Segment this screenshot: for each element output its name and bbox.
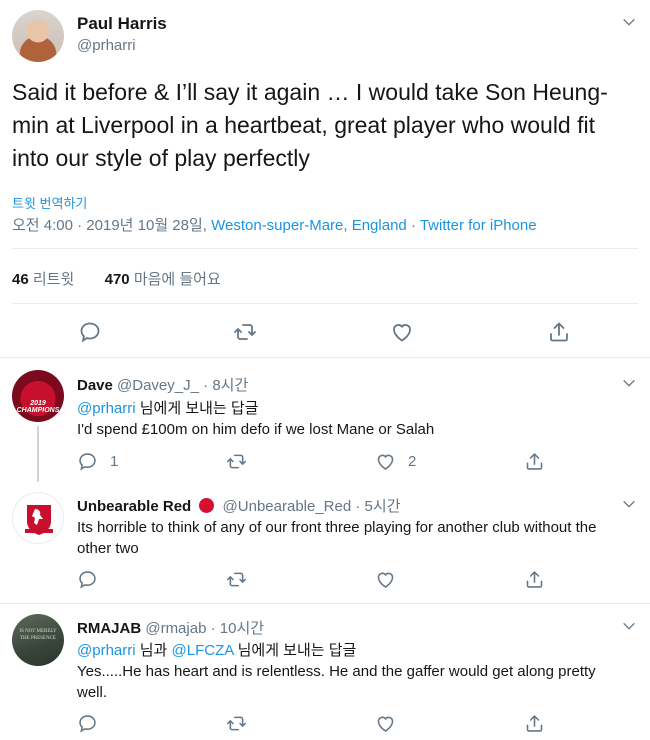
reply-author-name[interactable]: Dave — [77, 377, 113, 394]
divider — [12, 248, 638, 249]
reply-button[interactable] — [78, 320, 102, 344]
retweet-stat[interactable]: 46 리트윗 — [12, 271, 74, 288]
share-button[interactable] — [524, 713, 545, 734]
retweet-button[interactable] — [226, 451, 247, 472]
chevron-down-icon[interactable] — [621, 496, 637, 512]
like-icon — [377, 454, 394, 470]
timestamp[interactable]: 오전 4:00 · 2019년 10월 28일 — [12, 217, 203, 234]
reply-button[interactable]: 1 — [77, 451, 118, 472]
reply-author-name[interactable]: RMAJAB — [77, 620, 141, 637]
tweet-meta: 오전 4:00 · 2019년 10월 28일, Weston-super-Ma… — [12, 217, 537, 234]
share-icon — [550, 322, 568, 342]
like-button[interactable]: 2 — [375, 451, 416, 472]
reply-icon — [79, 571, 96, 589]
author-handle[interactable]: @prharri — [77, 37, 136, 54]
like-stat[interactable]: 470 마음에 들어요 — [105, 271, 221, 288]
reply-text: I'd spend £100m on him defo if we lost M… — [77, 421, 435, 438]
like-icon — [377, 716, 394, 732]
like-icon — [393, 324, 411, 342]
reply-count: 1 — [110, 453, 119, 470]
liverbird-crest-icon — [25, 505, 53, 535]
reply-avatar[interactable]: IS NOT MERELY THE PRESENCE — [12, 614, 64, 666]
translate-link[interactable]: 트윗 번역하기 — [12, 193, 87, 212]
source-link[interactable]: Twitter for iPhone — [420, 217, 537, 234]
reply-tweet[interactable]: IS NOT MERELY THE PRESENCE RMAJAB @rmaja… — [0, 604, 650, 740]
retweet-icon — [234, 324, 256, 340]
reply-header: RMAJAB @rmajab · 10시간 — [77, 620, 265, 637]
reply-time[interactable]: 8시간 — [212, 377, 248, 394]
like-button[interactable] — [390, 320, 414, 344]
tweet-text: Said it before & I’ll say it again … I w… — [12, 79, 608, 171]
share-icon — [526, 453, 543, 470]
chevron-down-icon[interactable] — [621, 375, 637, 391]
retweet-button[interactable] — [226, 569, 247, 590]
share-button[interactable] — [524, 451, 545, 472]
reply-icon — [79, 715, 96, 733]
reply-button[interactable] — [77, 569, 98, 590]
main-tweet: Paul Harris @prharri Said it before & I’… — [0, 0, 650, 358]
thread-line — [37, 426, 39, 482]
author-avatar[interactable] — [12, 10, 64, 62]
retweet-icon — [226, 572, 247, 587]
reply-tweet[interactable]: Unbearable Red @Unbearable_Red · 5시간 Its… — [0, 482, 650, 600]
reply-avatar[interactable]: 2019 CHAMPIONS — [12, 370, 64, 422]
tweet-stats: 46 리트윗 470 마음에 들어요 — [12, 268, 221, 289]
reply-avatar[interactable] — [12, 492, 64, 544]
replying-to: @prharri 님에게 보내는 답글 — [77, 400, 259, 417]
reply-icon — [80, 322, 100, 343]
like-button[interactable] — [375, 713, 396, 734]
reply-author-handle[interactable]: @rmajab — [145, 620, 206, 637]
share-icon — [526, 571, 543, 588]
red-circle-icon — [199, 498, 215, 513]
replying-to-handle[interactable]: @LFCZA — [172, 642, 234, 659]
retweet-icon — [226, 454, 247, 469]
retweet-button[interactable] — [226, 713, 247, 734]
divider — [12, 303, 638, 304]
replying-to-handle[interactable]: @prharri — [77, 642, 136, 659]
reply-author-name[interactable]: Unbearable Red — [77, 498, 191, 515]
chevron-down-icon[interactable] — [621, 14, 637, 30]
reply-time[interactable]: 5시간 — [365, 498, 401, 515]
author-name[interactable]: Paul Harris — [77, 14, 167, 34]
reply-header: Dave @Davey_J_ · 8시간 — [77, 377, 249, 394]
chevron-down-icon[interactable] — [621, 618, 637, 634]
replying-to: @prharri 님과 @LFCZA 님에게 보내는 답글 — [77, 642, 357, 659]
reply-text: Its horrible to think of any of our fron… — [77, 519, 597, 557]
reply-header: Unbearable Red @Unbearable_Red · 5시간 — [77, 498, 401, 515]
reply-icon — [79, 453, 96, 471]
like-count: 2 — [408, 453, 417, 470]
share-icon — [526, 715, 543, 732]
like-icon — [377, 572, 394, 588]
replying-to-handle[interactable]: @prharri — [77, 400, 136, 417]
reply-author-handle[interactable]: @Davey_J_ — [117, 377, 199, 394]
like-button[interactable] — [375, 569, 396, 590]
location-link[interactable]: Weston-super-Mare, England — [211, 217, 407, 234]
retweet-button[interactable] — [233, 320, 257, 344]
reply-tweet[interactable]: 2019 CHAMPIONS Dave @Davey_J_ · 8시간 @prh… — [0, 360, 650, 482]
reply-author-handle[interactable]: @Unbearable_Red — [223, 498, 352, 515]
reply-time[interactable]: 10시간 — [220, 620, 264, 637]
reply-button[interactable] — [77, 713, 98, 734]
retweet-icon — [226, 716, 247, 731]
reply-text: Yes.....He has heart and is relentless. … — [77, 663, 596, 701]
share-button[interactable] — [524, 569, 545, 590]
share-button[interactable] — [547, 320, 571, 344]
